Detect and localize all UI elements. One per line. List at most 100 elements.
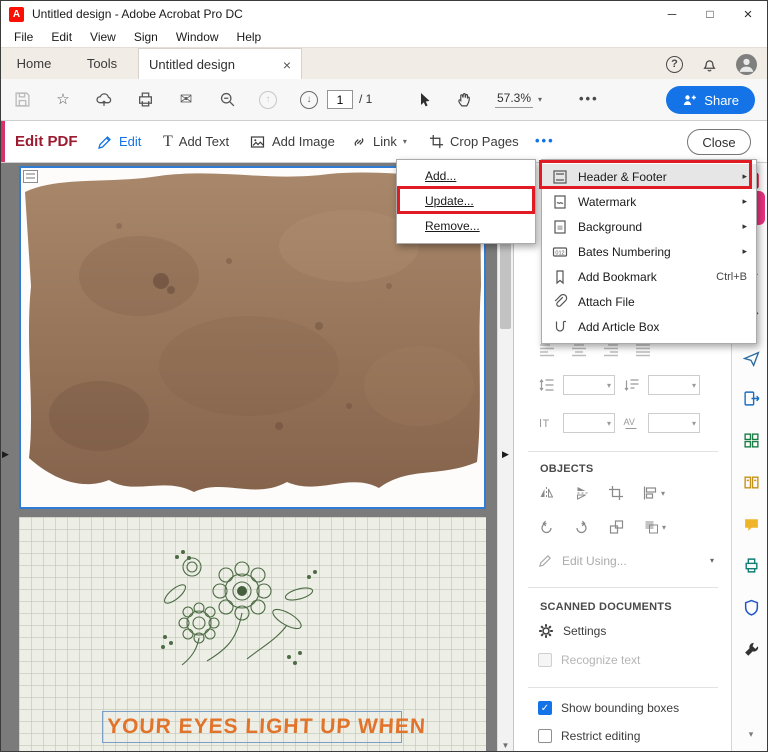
editbar-overflow-button[interactable]: •••: [535, 121, 555, 161]
align-right-icon[interactable]: [602, 343, 620, 357]
objects-row-2: ▾: [538, 519, 666, 535]
crop-object-icon[interactable]: [608, 485, 624, 501]
add-text-label: Add Text: [178, 134, 230, 149]
align-justify-icon[interactable]: [634, 343, 652, 357]
restrict-editing-control[interactable]: Restrict editing: [538, 729, 640, 743]
menu-item-header-footer[interactable]: Header & Footer ▸: [542, 164, 756, 189]
export-pdf-icon[interactable]: [742, 389, 760, 407]
align-objects-button[interactable]: ▾: [642, 485, 665, 501]
document-canvas[interactable]: YOUR EYES LIGHT UP WHEN ▲ ▼ ▶ ▶: [1, 163, 513, 751]
zoom-out-button[interactable]: [218, 90, 236, 110]
show-bounding-boxes-control[interactable]: ✓ Show bounding boxes: [538, 701, 679, 715]
scroll-down-icon[interactable]: ▼: [498, 739, 513, 751]
right-pane-toggle-icon[interactable]: ▶: [502, 441, 509, 467]
tab-home[interactable]: Home: [1, 48, 67, 80]
previous-page-button[interactable]: ↑: [259, 90, 277, 110]
tab-tools[interactable]: Tools: [67, 48, 137, 80]
toolbar-overflow-button[interactable]: •••: [579, 79, 599, 119]
next-page-button[interactable]: ↓: [300, 90, 318, 110]
send-file-icon[interactable]: [742, 349, 760, 367]
show-bounding-boxes-checkbox[interactable]: ✓: [538, 701, 552, 715]
rotate-left-icon[interactable]: [538, 519, 555, 535]
menu-view[interactable]: View: [81, 27, 125, 47]
submenu-arrow-icon: ▸: [742, 196, 747, 206]
menu-item-update[interactable]: Update...: [397, 189, 535, 214]
close-tool-button[interactable]: Close: [687, 129, 751, 155]
replace-image-icon[interactable]: [608, 519, 625, 535]
tab-bar: Home Tools Untitled design × ?: [1, 47, 767, 80]
line-spacing-select[interactable]: ▾: [563, 375, 615, 395]
text-alignment-row: [538, 343, 652, 357]
left-pane-toggle-icon[interactable]: ▶: [2, 441, 9, 467]
floral-illustration[interactable]: [137, 539, 367, 689]
menu-sign[interactable]: Sign: [125, 27, 167, 47]
favorite-star-button[interactable]: ☆: [54, 90, 72, 110]
flip-vertical-icon[interactable]: [573, 485, 590, 501]
align-left-icon[interactable]: [538, 343, 556, 357]
minimize-button[interactable]: ─: [653, 1, 691, 27]
settings-control[interactable]: Settings: [538, 623, 606, 639]
maximize-button[interactable]: □: [691, 1, 729, 27]
kerning-icon: AV: [624, 417, 637, 429]
menu-item-remove[interactable]: Remove...: [397, 214, 535, 239]
hand-icon: [457, 92, 470, 107]
paragraph-spacing-select[interactable]: ▾: [648, 375, 700, 395]
font-size-select[interactable]: ▾: [563, 413, 615, 433]
link-button[interactable]: Link ▾: [351, 121, 407, 162]
crop-pages-button[interactable]: Crop Pages: [429, 121, 519, 162]
organize-pages-icon[interactable]: [742, 473, 760, 491]
arrange-button[interactable]: ▾: [643, 519, 666, 535]
menu-help[interactable]: Help: [228, 27, 271, 47]
scan-ocr-icon[interactable]: [742, 556, 760, 574]
header-footer-icon: [553, 169, 567, 184]
select-tool-button[interactable]: [415, 90, 433, 110]
menu-item-add-bookmark[interactable]: Add Bookmark Ctrl+B: [542, 264, 756, 289]
help-icon[interactable]: ?: [666, 55, 683, 73]
protect-shield-icon[interactable]: [742, 598, 760, 616]
tab-close-icon[interactable]: ×: [283, 58, 291, 72]
svg-text:T: T: [543, 418, 550, 430]
line-spacing-icon: [539, 379, 554, 391]
restrict-editing-checkbox[interactable]: [538, 729, 552, 743]
combine-files-icon[interactable]: [742, 431, 760, 449]
menu-edit[interactable]: Edit: [42, 27, 81, 47]
edit-using-control[interactable]: Edit Using... ▾: [538, 553, 714, 568]
page-number-input[interactable]: [327, 90, 353, 109]
menu-item-watermark[interactable]: Watermark ▸: [542, 189, 756, 214]
text-bounding-box[interactable]: YOUR EYES LIGHT UP WHEN: [102, 711, 427, 743]
print-button[interactable]: [136, 90, 154, 110]
save-button[interactable]: [13, 90, 31, 110]
more-tools-wrench-icon[interactable]: [742, 640, 760, 658]
comment-icon[interactable]: [742, 515, 760, 533]
zoom-control[interactable]: 57.3% ▾: [495, 79, 542, 120]
rotate-right-icon[interactable]: [573, 519, 590, 535]
strip-scroll-down-icon[interactable]: ▾: [732, 729, 767, 740]
menu-item-add[interactable]: Add...: [397, 164, 535, 189]
user-avatar[interactable]: [736, 53, 757, 75]
panel-divider: [528, 451, 718, 452]
add-image-button[interactable]: Add Image: [249, 121, 335, 162]
edit-label: Edit: [119, 134, 142, 149]
add-text-button[interactable]: T Add Text: [163, 121, 229, 162]
menu-item-attach-file[interactable]: Attach File: [542, 289, 756, 314]
kerning-select[interactable]: ▾: [648, 413, 700, 433]
hand-tool-button[interactable]: [455, 90, 473, 110]
recognize-text-control: Recognize text: [538, 653, 640, 667]
flip-horizontal-icon[interactable]: [538, 485, 555, 501]
share-button[interactable]: Share: [666, 86, 755, 114]
article-box-icon: [555, 320, 566, 332]
upload-cloud-button[interactable]: [95, 90, 113, 110]
close-window-button[interactable]: ×: [729, 1, 767, 27]
menu-window[interactable]: Window: [167, 27, 228, 47]
pdf-page-2[interactable]: YOUR EYES LIGHT UP WHEN: [19, 517, 486, 751]
tab-document[interactable]: Untitled design ×: [138, 48, 302, 80]
align-center-icon[interactable]: [570, 343, 588, 357]
notifications-bell-icon[interactable]: [701, 56, 718, 73]
menu-item-bates-numbering[interactable]: 012 Bates Numbering ▸: [542, 239, 756, 264]
menu-file[interactable]: File: [5, 27, 42, 47]
email-button[interactable]: ✉: [177, 90, 195, 110]
title-bar: A Untitled design - Adobe Acrobat Pro DC…: [1, 1, 767, 27]
menu-item-background[interactable]: Background ▸: [542, 214, 756, 239]
menu-item-add-article-box[interactable]: Add Article Box: [542, 314, 756, 339]
edit-button[interactable]: Edit: [97, 121, 141, 162]
